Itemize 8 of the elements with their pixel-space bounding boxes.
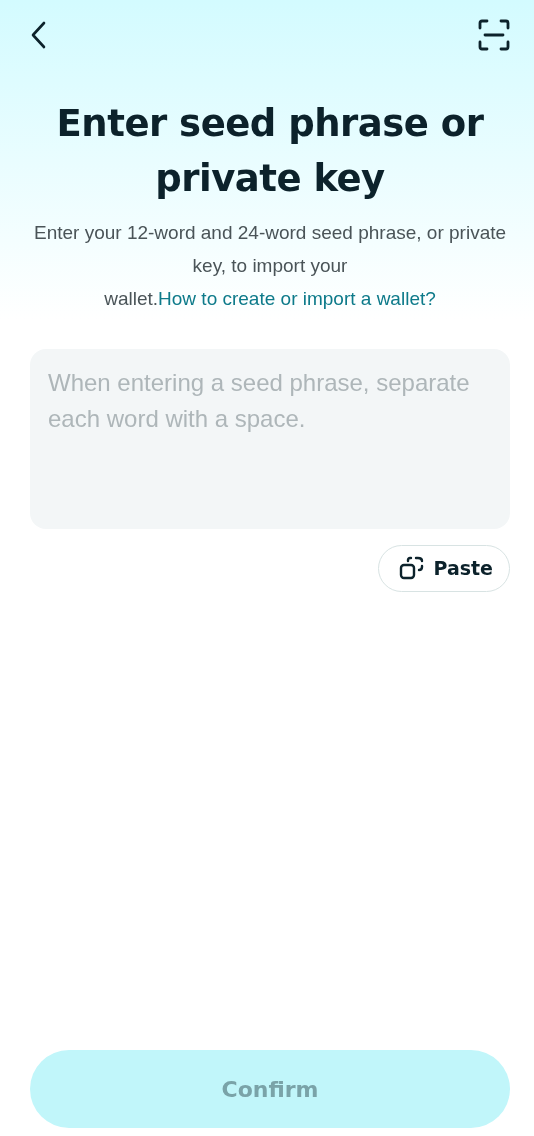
back-icon[interactable] [30, 21, 46, 49]
paste-icon [399, 555, 426, 582]
help-link[interactable]: How to create or import a wallet? [158, 288, 436, 309]
scan-icon[interactable] [478, 19, 510, 51]
description-text: Enter your 12-word and 24-word seed phrase, or private key, to import your wallet.How to create or import a wallet? [32, 221, 508, 311]
seed-phrase-field[interactable]: When entering a seed phrase, separate each word with a space. [30, 349, 510, 529]
page-title: Enter seed phrase or private key [55, 101, 485, 202]
paste-button[interactable]: Paste [378, 545, 510, 592]
